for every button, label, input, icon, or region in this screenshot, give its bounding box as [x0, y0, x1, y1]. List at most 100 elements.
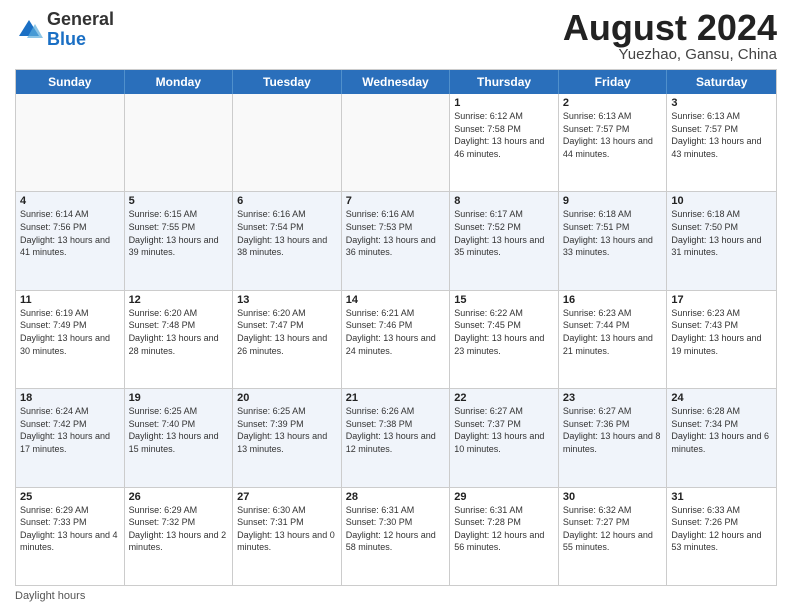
day-info: Sunrise: 6:27 AM Sunset: 7:36 PM Dayligh…	[563, 405, 663, 455]
day-info: Sunrise: 6:25 AM Sunset: 7:40 PM Dayligh…	[129, 405, 229, 455]
day-info: Sunrise: 6:13 AM Sunset: 7:57 PM Dayligh…	[671, 110, 772, 160]
day-cell-6: 6Sunrise: 6:16 AM Sunset: 7:54 PM Daylig…	[233, 192, 342, 289]
day-cell-20: 20Sunrise: 6:25 AM Sunset: 7:39 PM Dayli…	[233, 389, 342, 486]
day-number: 6	[237, 195, 337, 207]
day-info: Sunrise: 6:23 AM Sunset: 7:43 PM Dayligh…	[671, 307, 772, 357]
day-cell-9: 9Sunrise: 6:18 AM Sunset: 7:51 PM Daylig…	[559, 192, 668, 289]
day-of-week-saturday: Saturday	[667, 70, 776, 94]
day-of-week-friday: Friday	[559, 70, 668, 94]
calendar-location: Yuezhao, Gansu, China	[563, 46, 777, 63]
logo-general-text: General	[47, 9, 114, 29]
day-number: 25	[20, 491, 120, 503]
day-number: 5	[129, 195, 229, 207]
day-info: Sunrise: 6:16 AM Sunset: 7:54 PM Dayligh…	[237, 208, 337, 258]
day-number: 10	[671, 195, 772, 207]
day-number: 13	[237, 294, 337, 306]
day-number: 20	[237, 392, 337, 404]
day-cell-27: 27Sunrise: 6:30 AM Sunset: 7:31 PM Dayli…	[233, 488, 342, 585]
day-cell-30: 30Sunrise: 6:32 AM Sunset: 7:27 PM Dayli…	[559, 488, 668, 585]
day-cell-16: 16Sunrise: 6:23 AM Sunset: 7:44 PM Dayli…	[559, 291, 668, 388]
day-number: 18	[20, 392, 120, 404]
day-number: 4	[20, 195, 120, 207]
day-cell-3: 3Sunrise: 6:13 AM Sunset: 7:57 PM Daylig…	[667, 94, 776, 191]
day-info: Sunrise: 6:18 AM Sunset: 7:50 PM Dayligh…	[671, 208, 772, 258]
day-info: Sunrise: 6:22 AM Sunset: 7:45 PM Dayligh…	[454, 307, 554, 357]
day-of-week-tuesday: Tuesday	[233, 70, 342, 94]
calendar-week-5: 25Sunrise: 6:29 AM Sunset: 7:33 PM Dayli…	[16, 488, 776, 585]
day-number: 24	[671, 392, 772, 404]
day-number: 26	[129, 491, 229, 503]
day-info: Sunrise: 6:19 AM Sunset: 7:49 PM Dayligh…	[20, 307, 120, 357]
day-cell-15: 15Sunrise: 6:22 AM Sunset: 7:45 PM Dayli…	[450, 291, 559, 388]
day-number: 12	[129, 294, 229, 306]
day-info: Sunrise: 6:33 AM Sunset: 7:26 PM Dayligh…	[671, 504, 772, 554]
empty-cell	[125, 94, 234, 191]
calendar-title: August 2024	[563, 10, 777, 46]
day-cell-7: 7Sunrise: 6:16 AM Sunset: 7:53 PM Daylig…	[342, 192, 451, 289]
day-number: 27	[237, 491, 337, 503]
day-info: Sunrise: 6:32 AM Sunset: 7:27 PM Dayligh…	[563, 504, 663, 554]
day-cell-4: 4Sunrise: 6:14 AM Sunset: 7:56 PM Daylig…	[16, 192, 125, 289]
day-info: Sunrise: 6:26 AM Sunset: 7:38 PM Dayligh…	[346, 405, 446, 455]
day-cell-23: 23Sunrise: 6:27 AM Sunset: 7:36 PM Dayli…	[559, 389, 668, 486]
day-cell-21: 21Sunrise: 6:26 AM Sunset: 7:38 PM Dayli…	[342, 389, 451, 486]
day-info: Sunrise: 6:12 AM Sunset: 7:58 PM Dayligh…	[454, 110, 554, 160]
empty-cell	[342, 94, 451, 191]
empty-cell	[233, 94, 342, 191]
day-number: 14	[346, 294, 446, 306]
day-cell-2: 2Sunrise: 6:13 AM Sunset: 7:57 PM Daylig…	[559, 94, 668, 191]
day-cell-10: 10Sunrise: 6:18 AM Sunset: 7:50 PM Dayli…	[667, 192, 776, 289]
day-number: 9	[563, 195, 663, 207]
day-cell-1: 1Sunrise: 6:12 AM Sunset: 7:58 PM Daylig…	[450, 94, 559, 191]
header: General Blue August 2024 Yuezhao, Gansu,…	[15, 10, 777, 63]
day-number: 16	[563, 294, 663, 306]
day-info: Sunrise: 6:24 AM Sunset: 7:42 PM Dayligh…	[20, 405, 120, 455]
day-cell-26: 26Sunrise: 6:29 AM Sunset: 7:32 PM Dayli…	[125, 488, 234, 585]
page: General Blue August 2024 Yuezhao, Gansu,…	[0, 0, 792, 612]
logo-icon	[15, 16, 43, 44]
day-number: 17	[671, 294, 772, 306]
day-number: 2	[563, 97, 663, 109]
calendar-week-3: 11Sunrise: 6:19 AM Sunset: 7:49 PM Dayli…	[16, 291, 776, 389]
day-info: Sunrise: 6:31 AM Sunset: 7:28 PM Dayligh…	[454, 504, 554, 554]
day-info: Sunrise: 6:30 AM Sunset: 7:31 PM Dayligh…	[237, 504, 337, 554]
day-info: Sunrise: 6:21 AM Sunset: 7:46 PM Dayligh…	[346, 307, 446, 357]
day-number: 31	[671, 491, 772, 503]
day-number: 8	[454, 195, 554, 207]
day-cell-17: 17Sunrise: 6:23 AM Sunset: 7:43 PM Dayli…	[667, 291, 776, 388]
day-number: 21	[346, 392, 446, 404]
day-cell-8: 8Sunrise: 6:17 AM Sunset: 7:52 PM Daylig…	[450, 192, 559, 289]
day-info: Sunrise: 6:17 AM Sunset: 7:52 PM Dayligh…	[454, 208, 554, 258]
day-cell-29: 29Sunrise: 6:31 AM Sunset: 7:28 PM Dayli…	[450, 488, 559, 585]
day-number: 29	[454, 491, 554, 503]
day-cell-28: 28Sunrise: 6:31 AM Sunset: 7:30 PM Dayli…	[342, 488, 451, 585]
title-block: August 2024 Yuezhao, Gansu, China	[563, 10, 777, 63]
calendar-body: 1Sunrise: 6:12 AM Sunset: 7:58 PM Daylig…	[16, 94, 776, 585]
day-cell-24: 24Sunrise: 6:28 AM Sunset: 7:34 PM Dayli…	[667, 389, 776, 486]
day-cell-31: 31Sunrise: 6:33 AM Sunset: 7:26 PM Dayli…	[667, 488, 776, 585]
day-info: Sunrise: 6:25 AM Sunset: 7:39 PM Dayligh…	[237, 405, 337, 455]
day-cell-13: 13Sunrise: 6:20 AM Sunset: 7:47 PM Dayli…	[233, 291, 342, 388]
day-info: Sunrise: 6:28 AM Sunset: 7:34 PM Dayligh…	[671, 405, 772, 455]
day-number: 19	[129, 392, 229, 404]
day-info: Sunrise: 6:29 AM Sunset: 7:32 PM Dayligh…	[129, 504, 229, 554]
logo-blue-text: Blue	[47, 29, 86, 49]
day-cell-11: 11Sunrise: 6:19 AM Sunset: 7:49 PM Dayli…	[16, 291, 125, 388]
day-number: 30	[563, 491, 663, 503]
day-info: Sunrise: 6:23 AM Sunset: 7:44 PM Dayligh…	[563, 307, 663, 357]
day-info: Sunrise: 6:27 AM Sunset: 7:37 PM Dayligh…	[454, 405, 554, 455]
calendar: SundayMondayTuesdayWednesdayThursdayFrid…	[15, 69, 777, 586]
day-cell-12: 12Sunrise: 6:20 AM Sunset: 7:48 PM Dayli…	[125, 291, 234, 388]
day-number: 3	[671, 97, 772, 109]
calendar-week-4: 18Sunrise: 6:24 AM Sunset: 7:42 PM Dayli…	[16, 389, 776, 487]
day-cell-18: 18Sunrise: 6:24 AM Sunset: 7:42 PM Dayli…	[16, 389, 125, 486]
logo: General Blue	[15, 10, 114, 50]
day-number: 11	[20, 294, 120, 306]
day-number: 15	[454, 294, 554, 306]
day-of-week-wednesday: Wednesday	[342, 70, 451, 94]
day-of-week-thursday: Thursday	[450, 70, 559, 94]
day-info: Sunrise: 6:15 AM Sunset: 7:55 PM Dayligh…	[129, 208, 229, 258]
calendar-header-row: SundayMondayTuesdayWednesdayThursdayFrid…	[16, 70, 776, 94]
day-of-week-monday: Monday	[125, 70, 234, 94]
day-number: 7	[346, 195, 446, 207]
